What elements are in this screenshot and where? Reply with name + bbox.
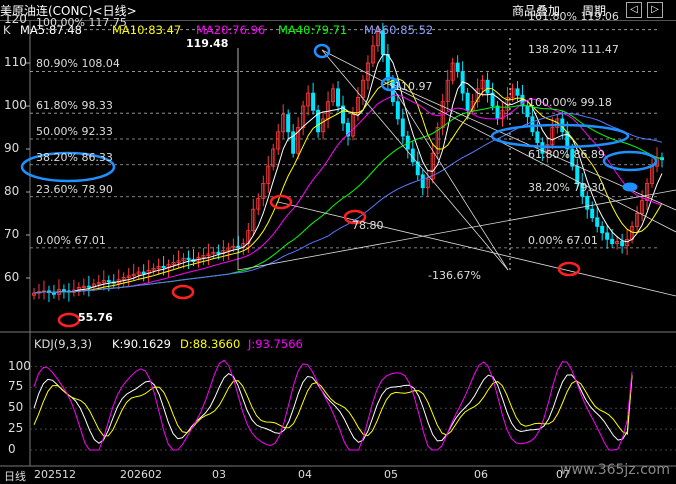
second-low-label: 78.80	[352, 219, 384, 232]
candle-body	[86, 285, 91, 288]
negative-extension-label: -136.67%	[428, 269, 481, 282]
second-peak-label: 110.97	[394, 80, 433, 93]
fib-level-label: 100.00% 117.75	[36, 15, 127, 29]
kdj-j: J:93.7566	[248, 337, 303, 351]
legend-ma40: MA40:79.71	[278, 23, 348, 37]
fib-level-label: 80.90% 108.04	[36, 57, 120, 71]
fib-ext-label: 100.00% 99.18	[528, 95, 612, 109]
low-label: 55.76	[78, 311, 113, 324]
candle-body	[530, 116, 535, 133]
candle-body	[216, 251, 221, 254]
kdj-d: D:88.3660	[180, 337, 241, 351]
candle-body	[455, 62, 460, 72]
candle-body	[515, 88, 520, 96]
fib-level-label: 0.00% 67.01	[36, 233, 106, 247]
kdj-tick-label: 25	[8, 421, 24, 436]
swing-low-marker	[57, 312, 81, 328]
kdj-line-j	[33, 359, 633, 451]
fib-level-label: 23.60% 78.90	[36, 182, 113, 196]
fib-ext-label: 38.20% 79.30	[528, 181, 605, 194]
peak-label: 119.48	[186, 37, 229, 50]
fib-ext-label: 161.80% 119.06	[528, 10, 619, 24]
candle-body	[161, 265, 166, 269]
y-tick-label: 80	[4, 184, 20, 198]
x-tick-label: 03	[212, 468, 226, 481]
fib-ext-label: 138.20% 111.47	[528, 42, 619, 56]
legend-ma20: MA20:76.96	[196, 23, 266, 37]
fib-ext-label: 0.00% 67.01	[528, 233, 598, 247]
x-tick-label: 04	[298, 468, 312, 481]
candle-body	[186, 257, 191, 260]
y-tick-label: 120	[4, 12, 27, 26]
candle-body	[311, 92, 316, 111]
kdj-tick-label: 50	[8, 400, 24, 415]
highlight-peak	[313, 43, 331, 59]
y-tick-label: 110	[4, 55, 27, 69]
candle-body	[595, 217, 600, 227]
fib-level-label: 38.20% 86.33	[36, 150, 113, 164]
candle-body	[286, 114, 291, 133]
candle-body	[336, 88, 341, 107]
candle-body	[141, 271, 146, 275]
kdj-tick-label: 75	[8, 379, 24, 394]
x-tick-label: 日线	[4, 470, 26, 483]
x-tick-label: 202512	[34, 468, 76, 481]
x-tick-label: 06	[474, 468, 488, 481]
kdj-name: KDJ(9,3,3)	[34, 337, 93, 351]
watermark: www.365jz.com	[560, 462, 670, 478]
candle-body	[400, 118, 405, 137]
candle-body	[600, 225, 605, 234]
x-tick-label: 202602	[120, 468, 162, 481]
y-tick-label: 60	[4, 270, 20, 284]
candle-body	[610, 238, 615, 245]
candle-body	[605, 232, 610, 240]
x-tick-label: 05	[384, 468, 398, 481]
candle-body	[420, 174, 425, 189]
candle-body	[620, 241, 625, 247]
candle-body	[465, 92, 470, 111]
candle-body	[385, 54, 390, 81]
candle-body	[485, 79, 490, 94]
candle-body	[395, 101, 400, 120]
candle-body	[106, 280, 111, 283]
fib-ext-label: 61.80% 86.89	[528, 148, 605, 162]
swing-low-marker	[171, 284, 195, 300]
legend-ma60: MA60:85.52	[364, 23, 434, 37]
y-tick-label: 70	[4, 227, 20, 241]
kdj-k: K:90.1629	[112, 337, 171, 351]
candle-body	[590, 208, 595, 219]
ma-line-ma5	[33, 54, 663, 294]
next-button[interactable]: ▷	[647, 2, 663, 18]
y-tick-label: 90	[4, 141, 20, 155]
candle-body	[535, 131, 540, 143]
candle-body	[61, 289, 66, 292]
fib-level-label: 50.00% 92.33	[36, 124, 113, 138]
y-tick-label: 100	[4, 98, 27, 112]
prev-button[interactable]: ◁	[626, 2, 642, 18]
current-price-marker	[622, 182, 638, 192]
kdj-tick-label: 100	[8, 358, 31, 373]
candle-body	[585, 195, 590, 210]
highlight-ellipse-current	[602, 150, 658, 172]
swing-low-marker	[269, 194, 293, 210]
fib-level-label: 61.80% 98.33	[36, 99, 113, 113]
kdj-tick-label: 0	[8, 442, 16, 456]
candle-body	[495, 105, 500, 120]
